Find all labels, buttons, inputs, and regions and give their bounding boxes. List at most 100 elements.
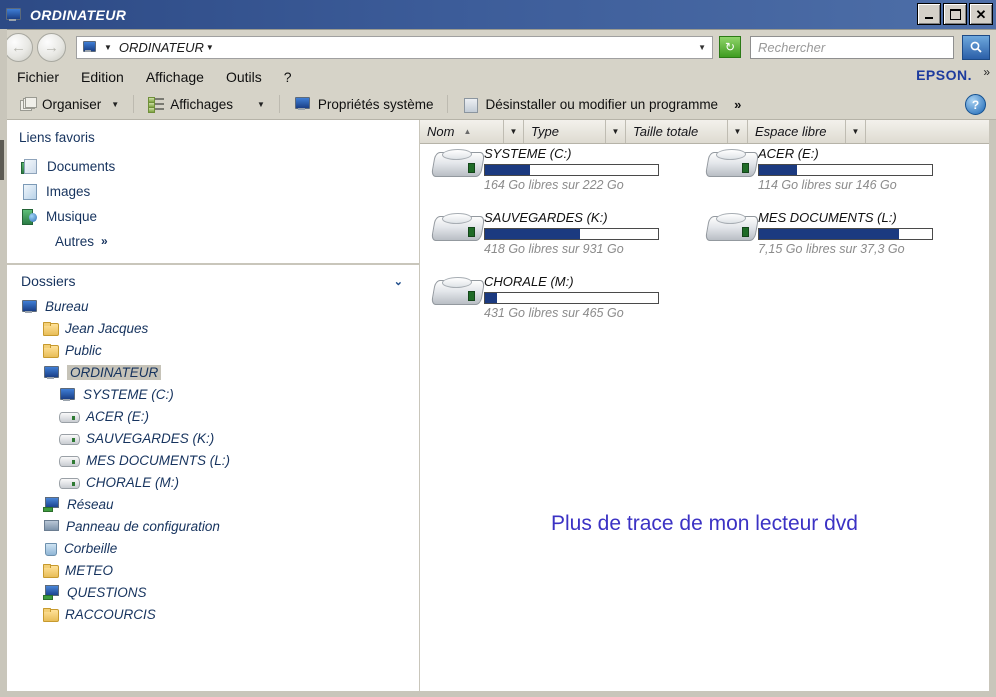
column-dropdown-button[interactable]: ▼ [728, 120, 748, 143]
column-header-type[interactable]: Type [524, 120, 606, 143]
toolbar-separator [133, 95, 135, 113]
help-icon: ? [971, 97, 980, 112]
tree-item[interactable]: Réseau [21, 493, 419, 515]
drive-name: MES DOCUMENTS (L:) [758, 210, 897, 225]
system-properties-button[interactable]: Propriétés système [286, 94, 442, 114]
address-dropdown-icon[interactable]: ▼ [698, 43, 710, 52]
chevron-down-icon[interactable]: ▼ [104, 43, 112, 52]
menu-help[interactable]: ? [273, 67, 303, 87]
drive-tile[interactable]: MES DOCUMENTS (L:) 7,15 Go libres sur 37,… [704, 208, 972, 266]
tree-item[interactable]: MES DOCUMENTS (L:) [21, 449, 419, 471]
toolbar-separator [447, 95, 449, 113]
organize-button[interactable]: Organiser ▼ [12, 95, 127, 114]
folder-icon [43, 607, 59, 622]
tree-item[interactable]: SAUVEGARDES (K:) [21, 427, 419, 449]
drive-tile[interactable]: SYSTEME (C:) 164 Go libres sur 222 Go [430, 144, 698, 202]
system-drive-icon [59, 387, 76, 402]
drive-tile[interactable]: ACER (E:) 114 Go libres sur 146 Go [704, 144, 972, 202]
tree-item[interactable]: Panneau de configuration [21, 515, 419, 537]
hard-drive-icon [704, 208, 760, 248]
tree-item[interactable]: Public [21, 339, 419, 361]
drive-tile[interactable]: CHORALE (M:) 431 Go libres sur 465 Go [430, 272, 698, 330]
favorite-item-documents[interactable]: Documents [19, 154, 419, 179]
toolbar-overflow-icon[interactable]: » [728, 97, 747, 112]
tree-item-label: Jean Jacques [65, 320, 149, 336]
forward-arrow-icon: → [44, 38, 59, 56]
window-edge-marker [0, 140, 4, 180]
column-header-taille-totale[interactable]: Taille totale [626, 120, 728, 143]
column-header-espace-libre[interactable]: Espace libre [748, 120, 846, 143]
menu-fichier[interactable]: Fichier [6, 67, 70, 87]
tree-item[interactable]: Bureau [21, 295, 419, 317]
tree-item[interactable]: ORDINATEUR [21, 361, 419, 383]
drive-tile[interactable]: SAUVEGARDES (K:) 418 Go libres sur 931 Go [430, 208, 698, 266]
forward-button[interactable]: → [37, 32, 66, 62]
folders-header[interactable]: Dossiers ⌄ [21, 273, 419, 289]
epson-logo: EPSON. [916, 67, 972, 83]
organize-icon [20, 97, 37, 111]
tree-item-label: RACCOURCIS [65, 606, 156, 622]
computer-icon [82, 40, 98, 54]
tree-item[interactable]: Jean Jacques [21, 317, 419, 339]
back-button[interactable]: ← [4, 32, 33, 62]
favorites-title: Liens favoris [19, 130, 95, 145]
hard-drive-icon [430, 208, 486, 248]
pictures-icon [21, 184, 37, 200]
uninstall-program-button[interactable]: Désinstaller ou modifier un programme [454, 95, 726, 114]
drive-usage-bar [484, 164, 659, 176]
content-pane: Nom ▲ ▼ Type ▼ Taille totale ▼ Espace libre ▼ Pl… [420, 120, 989, 691]
tree-item-label: SYSTEME (C:) [83, 386, 174, 402]
drive-free-space: 7,15 Go libres sur 37,3 Go [758, 242, 905, 256]
maximize-button[interactable] [943, 3, 967, 25]
computer-icon [5, 7, 23, 23]
chevron-down-icon: ▼ [257, 99, 265, 109]
favorites-more-button[interactable]: Autres » [19, 229, 419, 253]
drive-free-space: 164 Go libres sur 222 Go [484, 178, 624, 192]
navigation-pane: Liens favoris Documents Images Musique A… [7, 120, 420, 691]
drive-free-space: 431 Go libres sur 465 Go [484, 306, 624, 320]
tree-item[interactable]: CHORALE (M:) [21, 471, 419, 493]
column-headers: Nom ▲ ▼ Type ▼ Taille totale ▼ Espace libre ▼ [420, 120, 989, 144]
tree-item-label: Corbeille [64, 540, 118, 556]
chevron-right-icon[interactable]: » [983, 65, 990, 79]
chevron-down-icon: ▼ [111, 99, 120, 109]
tree-item[interactable]: SYSTEME (C:) [21, 383, 419, 405]
address-field[interactable]: ▼ ORDINATEUR ▼ ▼ [76, 35, 713, 59]
chevron-down-icon: ▼ [611, 127, 620, 136]
tree-item[interactable]: QUESTIONS [21, 581, 419, 603]
toolbar: Organiser ▼ Affichages ▼ Propriétés syst… [0, 89, 996, 120]
close-button[interactable]: ✕ [969, 3, 993, 25]
tree-item-label: MES DOCUMENTS (L:) [86, 452, 231, 468]
search-placeholder: Rechercher [758, 39, 826, 55]
favorite-item-images[interactable]: Images [19, 179, 419, 204]
tree-item[interactable]: RACCOURCIS [21, 603, 419, 625]
drive-name: ACER (E:) [758, 146, 819, 161]
views-button[interactable]: Affichages ▼ [140, 95, 273, 114]
column-dropdown-button[interactable]: ▼ [504, 120, 524, 143]
tree-item[interactable]: METEO [21, 559, 419, 581]
breadcrumb[interactable]: ORDINATEUR [119, 40, 204, 55]
column-label: Espace libre [755, 124, 827, 139]
tree-item[interactable]: Corbeille [21, 537, 419, 559]
tree-item[interactable]: ACER (E:) [21, 405, 419, 427]
column-header-nom[interactable]: Nom ▲ [420, 120, 504, 143]
favorite-item-musique[interactable]: Musique [19, 204, 419, 229]
search-button[interactable] [962, 34, 990, 60]
folder-icon [43, 563, 59, 578]
column-dropdown-button[interactable]: ▼ [606, 120, 626, 143]
favorite-label: Musique [46, 209, 98, 224]
minimize-button[interactable] [917, 3, 941, 25]
hard-drive-icon [704, 144, 760, 184]
chevron-down-icon[interactable]: ▼ [206, 43, 214, 52]
column-label: Taille totale [633, 124, 699, 139]
menu-outils[interactable]: Outils [215, 67, 273, 87]
menu-affichage[interactable]: Affichage [135, 67, 215, 87]
refresh-button[interactable]: ↻ [719, 36, 741, 58]
column-dropdown-button[interactable]: ▼ [846, 120, 866, 143]
search-input[interactable]: Rechercher [750, 35, 954, 59]
chevron-down-icon[interactable]: ⌄ [394, 275, 403, 288]
help-button[interactable]: ? [965, 94, 986, 115]
folder-icon [43, 343, 59, 358]
menu-edition[interactable]: Edition [70, 67, 135, 87]
column-label: Type [531, 124, 559, 139]
